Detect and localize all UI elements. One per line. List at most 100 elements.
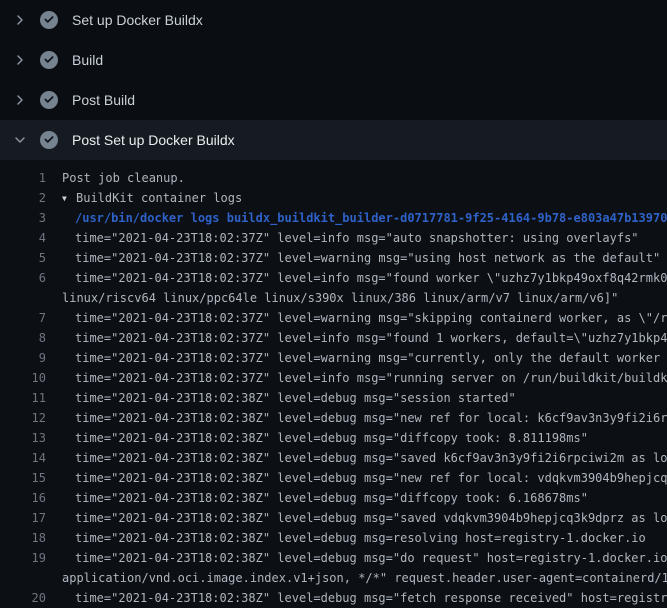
step-row-build[interactable]: Build [0, 40, 667, 80]
log-line-content: ▼BuildKit container logs [62, 188, 242, 208]
log-line: 6 time="2021-04-23T18:02:37Z" level=info … [0, 268, 667, 288]
log-line: application/vnd.oci.image.index.v1+json,… [0, 568, 667, 588]
log-line-content: time="2021-04-23T18:02:38Z" level=debug … [75, 488, 588, 508]
line-number[interactable] [0, 288, 46, 308]
log-line-content: time="2021-04-23T18:02:37Z" level=info m… [75, 268, 667, 288]
log-line: 5 time="2021-04-23T18:02:37Z" level=warni… [0, 248, 667, 268]
log-line: 15 time="2021-04-23T18:02:38Z" level=debu… [0, 468, 667, 488]
log-viewer: 1 Post job cleanup. 2 ▼BuildKit container l… [0, 160, 667, 608]
check-circle-icon [40, 131, 58, 149]
step-row-post-build[interactable]: Post Build [0, 80, 667, 120]
check-circle-icon [40, 51, 58, 69]
line-number[interactable]: 11 [0, 388, 46, 408]
log-line: 7 time="2021-04-23T18:02:37Z" level=warni… [0, 308, 667, 328]
line-number[interactable]: 7 [0, 308, 46, 328]
log-command-text: /usr/bin/docker logs buildx_buildkit_bui… [75, 211, 667, 225]
log-line: 18 time="2021-04-23T18:02:38Z" level=debu… [0, 528, 667, 548]
log-text: time="2021-04-23T18:02:38Z" level=debug … [75, 531, 646, 545]
line-number[interactable]: 16 [0, 488, 46, 508]
chevron-down-icon [12, 132, 28, 148]
log-text: time="2021-04-23T18:02:38Z" level=debug … [75, 511, 667, 525]
log-text: application/vnd.oci.image.index.v1+json,… [62, 571, 667, 585]
log-line: 8 time="2021-04-23T18:02:37Z" level=info … [0, 328, 667, 348]
log-line: 20 time="2021-04-23T18:02:38Z" level=debu… [0, 588, 667, 608]
log-line: 14 time="2021-04-23T18:02:38Z" level=debu… [0, 448, 667, 468]
log-text: time="2021-04-23T18:02:37Z" level=warnin… [75, 251, 660, 265]
line-number[interactable]: 15 [0, 468, 46, 488]
log-text: time="2021-04-23T18:02:37Z" level=warnin… [75, 311, 667, 325]
log-line-content: /usr/bin/docker logs buildx_buildkit_bui… [75, 208, 667, 228]
log-text: time="2021-04-23T18:02:38Z" level=debug … [75, 591, 667, 605]
log-line: 2 ▼BuildKit container logs [0, 188, 667, 208]
log-line-content: time="2021-04-23T18:02:38Z" level=debug … [75, 448, 667, 468]
log-text: time="2021-04-23T18:02:38Z" level=debug … [75, 391, 516, 405]
line-number[interactable]: 6 [0, 268, 46, 288]
log-line-content: linux/riscv64 linux/ppc64le linux/s390x … [62, 288, 618, 308]
line-number[interactable]: 5 [0, 248, 46, 268]
step-title: Post Build [72, 92, 135, 108]
log-line-content: time="2021-04-23T18:02:37Z" level=info m… [75, 328, 667, 348]
step-row-set-up-docker-buildx[interactable]: Set up Docker Buildx [0, 0, 667, 40]
check-circle-icon [40, 11, 58, 29]
steps-list: Set up Docker Buildx Build Post Build Po… [0, 0, 667, 160]
log-line: 1 Post job cleanup. [0, 168, 667, 188]
line-number[interactable]: 14 [0, 448, 46, 468]
log-line-content: time="2021-04-23T18:02:38Z" level=debug … [75, 428, 588, 448]
line-number[interactable]: 17 [0, 508, 46, 528]
log-text: Post job cleanup. [62, 171, 185, 185]
log-line-content: time="2021-04-23T18:02:38Z" level=debug … [75, 508, 667, 528]
line-number[interactable]: 19 [0, 548, 46, 568]
log-text: time="2021-04-23T18:02:38Z" level=debug … [75, 451, 667, 465]
log-line-content: application/vnd.oci.image.index.v1+json,… [62, 568, 667, 588]
chevron-right-icon [12, 52, 28, 68]
log-text: time="2021-04-23T18:02:37Z" level=warnin… [75, 351, 667, 365]
line-number[interactable]: 4 [0, 228, 46, 248]
log-text: time="2021-04-23T18:02:38Z" level=debug … [75, 471, 667, 485]
log-line-content: time="2021-04-23T18:02:37Z" level=warnin… [75, 248, 660, 268]
log-line-content: time="2021-04-23T18:02:38Z" level=debug … [75, 388, 516, 408]
log-line-content: time="2021-04-23T18:02:38Z" level=debug … [75, 548, 667, 568]
step-title: Set up Docker Buildx [72, 12, 203, 28]
log-line-content: time="2021-04-23T18:02:37Z" level=info m… [75, 228, 639, 248]
log-text: time="2021-04-23T18:02:38Z" level=debug … [75, 551, 667, 565]
log-line: 9 time="2021-04-23T18:02:37Z" level=warni… [0, 348, 667, 368]
line-number[interactable]: 3 [0, 208, 46, 228]
log-line: 19 time="2021-04-23T18:02:38Z" level=debu… [0, 548, 667, 568]
line-number[interactable] [0, 568, 46, 588]
log-text: time="2021-04-23T18:02:37Z" level=info m… [75, 271, 667, 285]
log-line-content: Post job cleanup. [62, 168, 185, 188]
line-number[interactable]: 2 [0, 188, 46, 208]
chevron-right-icon [12, 92, 28, 108]
line-number[interactable]: 9 [0, 348, 46, 368]
log-line: 12 time="2021-04-23T18:02:38Z" level=debu… [0, 408, 667, 428]
line-number[interactable]: 13 [0, 428, 46, 448]
log-text: BuildKit container logs [76, 191, 242, 205]
log-line: 13 time="2021-04-23T18:02:38Z" level=debu… [0, 428, 667, 448]
log-text: time="2021-04-23T18:02:38Z" level=debug … [75, 491, 588, 505]
log-line: 10time="2021-04-23T18:02:37Z" level=info… [0, 368, 667, 388]
line-number[interactable]: 18 [0, 528, 46, 548]
log-text: time="2021-04-23T18:02:38Z" level=debug … [75, 431, 588, 445]
log-line-content: time="2021-04-23T18:02:37Z" level=warnin… [75, 348, 667, 368]
log-line-content: time="2021-04-23T18:02:38Z" level=debug … [75, 468, 667, 488]
step-row-post-set-up-docker-buildx[interactable]: Post Set up Docker Buildx [0, 120, 667, 160]
check-circle-icon [40, 91, 58, 109]
log-line-content: time="2021-04-23T18:02:38Z" level=debug … [75, 408, 667, 428]
log-line-content: time="2021-04-23T18:02:37Z" level=warnin… [75, 308, 667, 328]
line-number[interactable]: 10 [0, 368, 46, 388]
line-number[interactable]: 8 [0, 328, 46, 348]
chevron-right-icon [12, 12, 28, 28]
log-text: time="2021-04-23T18:02:37Z" level=info m… [75, 331, 667, 345]
group-expanded-toggle-icon[interactable]: ▼ [62, 189, 76, 208]
log-line: 16 time="2021-04-23T18:02:38Z" level=debu… [0, 488, 667, 508]
line-number[interactable]: 1 [0, 168, 46, 188]
log-line: 3/usr/bin/docker logs buildx_buildkit_bu… [0, 208, 667, 228]
log-text: time="2021-04-23T18:02:37Z" level=info m… [75, 231, 639, 245]
line-number[interactable]: 12 [0, 408, 46, 428]
log-line: 4 time="2021-04-23T18:02:37Z" level=info … [0, 228, 667, 248]
log-line: linux/riscv64 linux/ppc64le linux/s390x … [0, 288, 667, 308]
log-line: 11 time="2021-04-23T18:02:38Z" level=debu… [0, 388, 667, 408]
line-number[interactable]: 20 [0, 588, 46, 608]
log-text: time="2021-04-23T18:02:38Z" level=debug … [75, 411, 667, 425]
log-line-content: time="2021-04-23T18:02:38Z" level=debug … [75, 528, 646, 548]
